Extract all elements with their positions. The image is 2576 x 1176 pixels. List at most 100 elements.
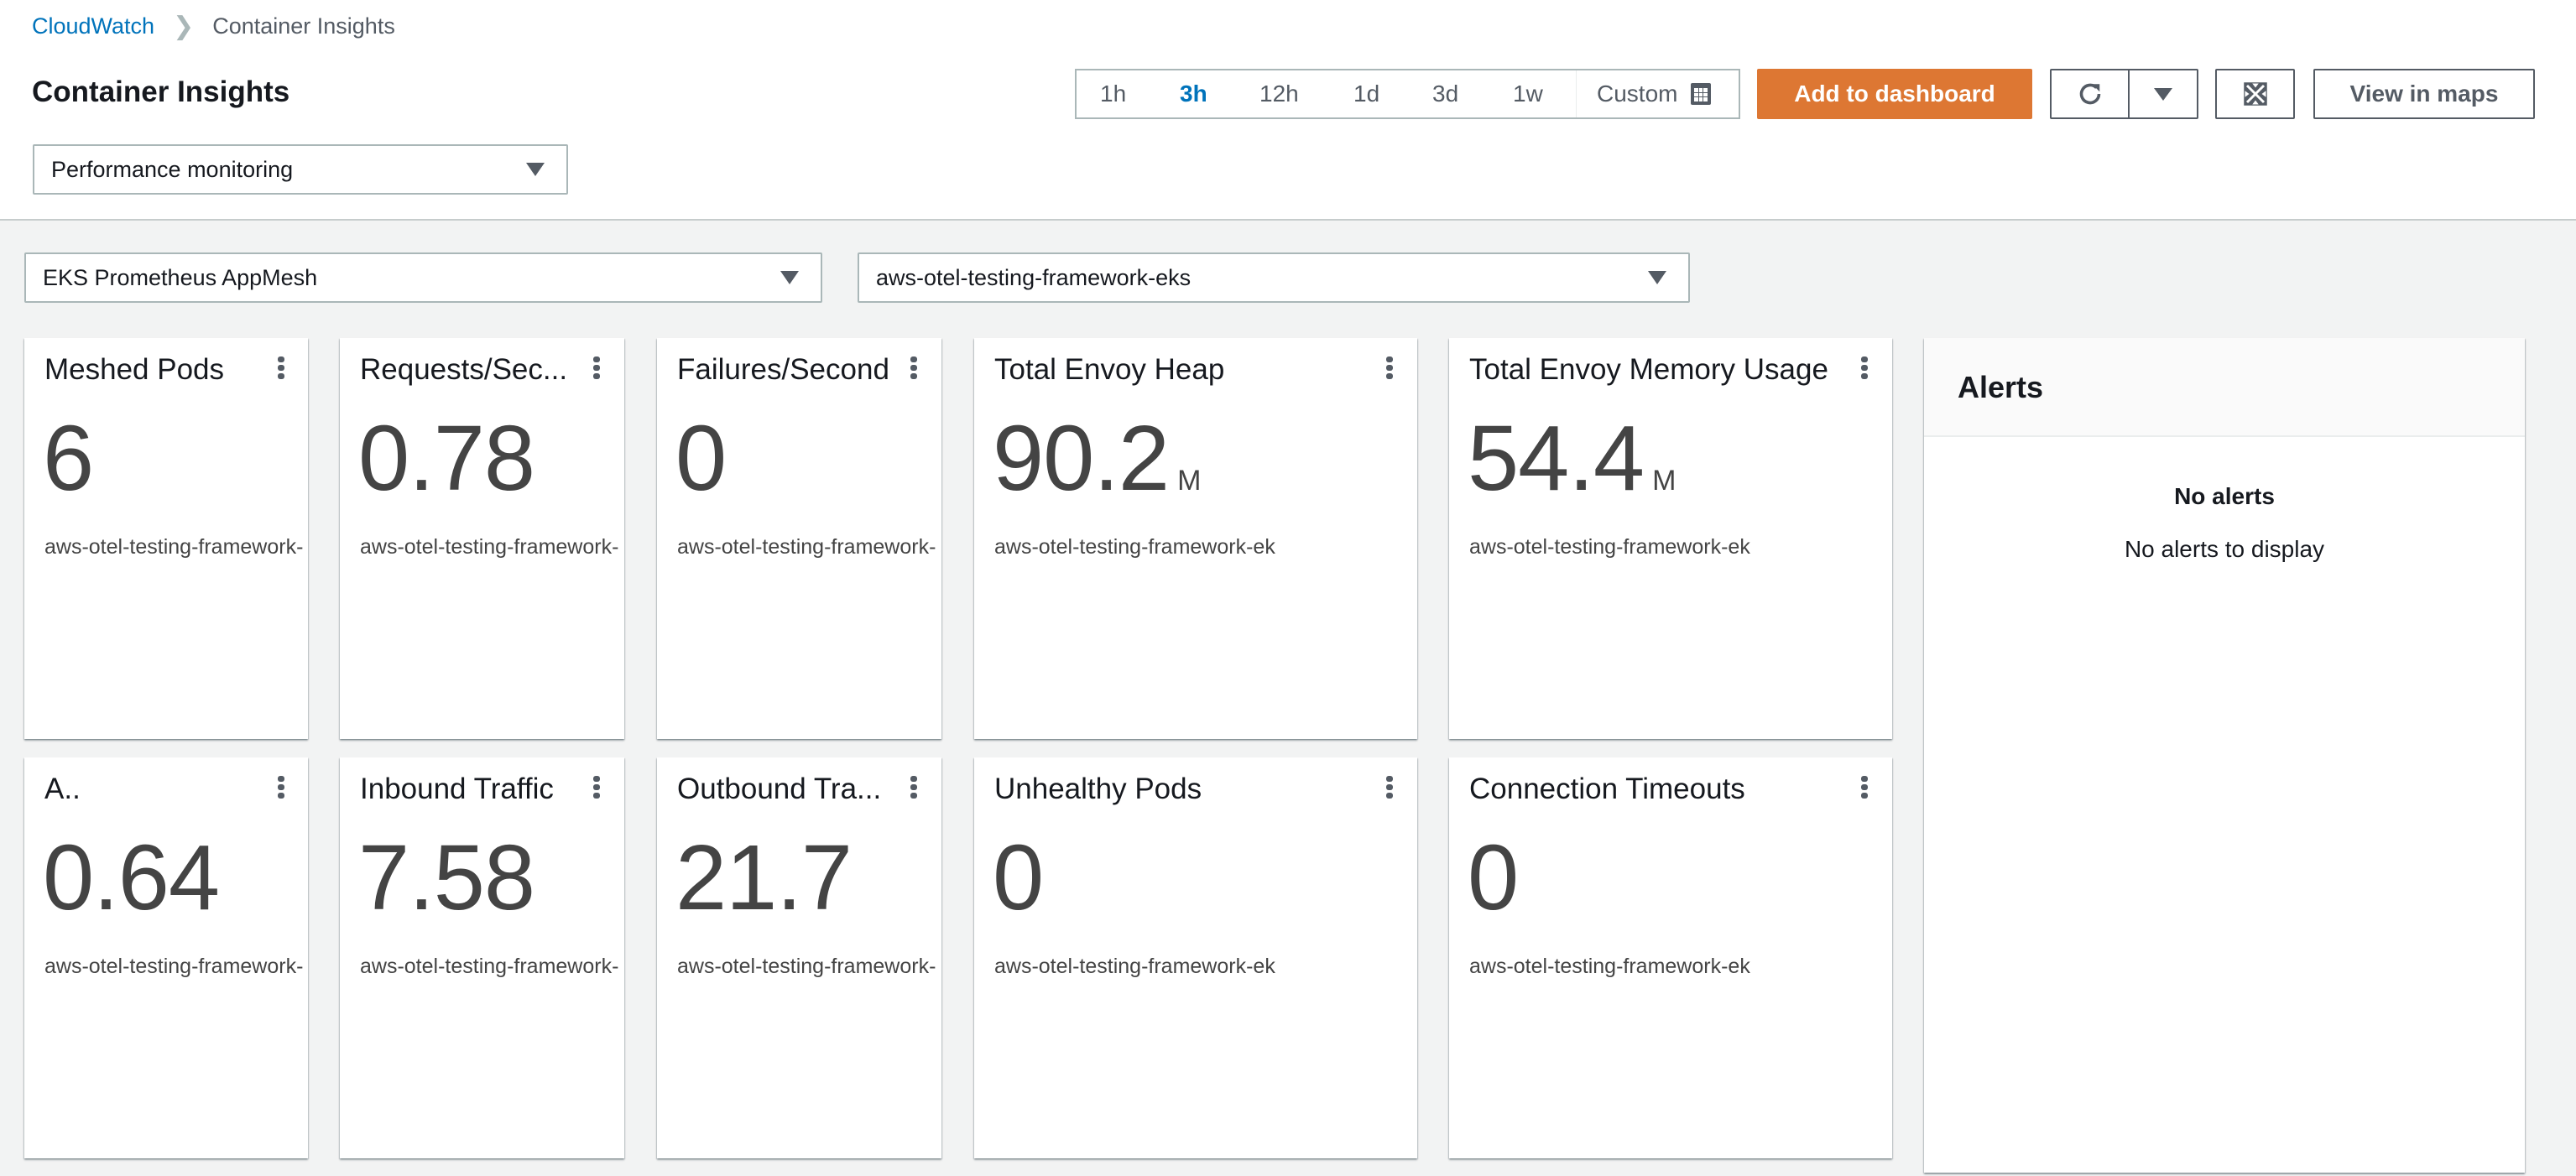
cluster-value: aws-otel-testing-framework-eks — [876, 264, 1192, 290]
value-number: 0 — [1468, 826, 1519, 929]
alerts-panel: Alerts No alerts No alerts to display — [1924, 338, 2525, 1173]
caret-down-icon — [526, 163, 545, 176]
time-option-1w[interactable]: 1w — [1513, 81, 1543, 107]
more-options-icon[interactable] — [1386, 356, 1393, 380]
alerts-empty-text: No alerts to display — [2124, 536, 2325, 562]
more-options-icon[interactable] — [1861, 776, 1868, 799]
refresh-button[interactable] — [2050, 69, 2130, 119]
time-option-1h[interactable]: 1h — [1100, 81, 1126, 107]
time-option-3d[interactable]: 3d — [1432, 81, 1458, 107]
widget-title: A.. — [44, 773, 81, 805]
widget-subtitle: aws-otel-testing-framework- — [677, 535, 936, 559]
value-unit: M — [1652, 465, 1676, 497]
widget-requests-per-second: Requests/Sec... 0.78 aws-otel-testing-fr… — [340, 338, 624, 739]
value-number: 6 — [43, 407, 94, 510]
page-header: CloudWatch ❯ Container Insights Containe… — [0, 0, 2576, 221]
fullscreen-icon — [2243, 82, 2267, 106]
widget-subtitle: aws-otel-testing-framework-ek — [994, 535, 1275, 559]
caret-down-icon — [1648, 271, 1666, 284]
cluster-select[interactable]: aws-otel-testing-framework-eks — [858, 252, 1690, 303]
view-select-value: Performance monitoring — [51, 156, 294, 182]
widget-title: Connection Timeouts — [1469, 773, 1745, 805]
widget-total-envoy-heap: Total Envoy Heap 90.2 M aws-otel-testing-… — [974, 338, 1417, 739]
resource-type-select[interactable]: EKS Prometheus AppMesh — [24, 252, 822, 303]
more-options-icon[interactable] — [910, 776, 917, 799]
widget-subtitle: aws-otel-testing-framework-ek — [1469, 955, 1750, 978]
time-option-12h[interactable]: 12h — [1259, 81, 1299, 107]
value-number: 90.2 — [993, 407, 1170, 510]
widget-subtitle: aws-otel-testing-framework- — [44, 955, 304, 978]
breadcrumb-cloudwatch-link[interactable]: CloudWatch — [32, 13, 154, 39]
fullscreen-button[interactable] — [2215, 69, 2295, 119]
widget-unhealthy-pods: Unhealthy Pods 0 aws-otel-testing-framew… — [974, 757, 1417, 1158]
resource-type-value: EKS Prometheus AppMesh — [43, 264, 318, 290]
widget-inbound-traffic: Inbound Traffic 7.58 aws-otel-testing-fr… — [340, 757, 624, 1158]
widget-value: 54.4 M — [1468, 405, 1676, 512]
widget-value: 6 — [43, 405, 102, 512]
widget-outbound-traffic: Outbound Tra... 21.7 aws-otel-testing-fr… — [657, 757, 941, 1158]
widget-title: Failures/Second — [677, 353, 889, 386]
value-number: 0.64 — [43, 826, 220, 929]
widget-failures-per-second: Failures/Second 0 aws-otel-testing-frame… — [657, 338, 941, 739]
caret-down-icon — [780, 271, 799, 284]
widget-value: 7.58 — [358, 825, 543, 931]
widget-title: Unhealthy Pods — [994, 773, 1202, 805]
time-option-3h[interactable]: 3h — [1180, 81, 1207, 107]
widget-meshed-pods: Meshed Pods 6 aws-otel-testing-framework… — [24, 338, 308, 739]
value-unit: M — [1177, 465, 1202, 497]
caret-down-icon — [2154, 87, 2172, 101]
page-title: Container Insights — [32, 75, 290, 108]
more-options-icon[interactable] — [278, 356, 284, 380]
value-number: 0 — [993, 826, 1044, 929]
value-number: 7.58 — [358, 826, 535, 929]
widget-value: 0.64 — [43, 825, 227, 931]
widget-subtitle: aws-otel-testing-framework- — [677, 955, 936, 978]
custom-label: Custom — [1597, 81, 1678, 107]
value-number: 21.7 — [675, 826, 853, 929]
value-number: 54.4 — [1468, 407, 1645, 510]
refresh-icon — [2079, 83, 2100, 105]
widget-value: 0.78 — [358, 405, 543, 512]
widget-subtitle: aws-otel-testing-framework-ek — [994, 955, 1275, 978]
widget-subtitle: aws-otel-testing-framework- — [360, 535, 619, 559]
time-option-1d[interactable]: 1d — [1353, 81, 1379, 107]
widget-title: Total Envoy Memory Usage — [1469, 353, 1828, 386]
widget-title: Meshed Pods — [44, 353, 225, 386]
time-option-custom[interactable]: Custom — [1576, 70, 1712, 117]
value-number: 0.78 — [358, 407, 535, 510]
calendar-icon — [1691, 83, 1712, 105]
widget-title: Inbound Traffic — [360, 773, 554, 805]
widget-value: 21.7 — [675, 825, 860, 931]
alerts-empty-title: No alerts — [2174, 483, 2275, 509]
alerts-header: Alerts — [1924, 338, 2525, 437]
widget-total-envoy-memory-usage: Total Envoy Memory Usage 54.4 M aws-otel-… — [1449, 338, 1892, 739]
widget-value: 0 — [1468, 825, 1526, 931]
more-options-icon[interactable] — [593, 776, 600, 799]
view-in-maps-button[interactable]: View in maps — [2313, 69, 2535, 119]
widget-subtitle: aws-otel-testing-framework- — [360, 955, 619, 978]
time-range-selector: 1h 3h 12h 1d 3d 1w Custom — [1075, 69, 1740, 119]
more-options-icon[interactable] — [1861, 356, 1868, 380]
widget-title: Outbound Tra... — [677, 773, 882, 805]
more-options-icon[interactable] — [278, 776, 284, 799]
add-to-dashboard-button[interactable]: Add to dashboard — [1757, 69, 2032, 119]
more-options-icon[interactable] — [1386, 776, 1393, 799]
widget-value: 90.2 M — [993, 405, 1201, 512]
value-number: 0 — [675, 407, 727, 510]
widget-a: A.. 0.64 aws-otel-testing-framework- — [24, 757, 308, 1158]
widget-title: Requests/Sec... — [360, 353, 568, 386]
more-options-icon[interactable] — [593, 356, 600, 380]
breadcrumb-current: Container Insights — [212, 13, 395, 39]
widget-subtitle: aws-otel-testing-framework-ek — [1469, 535, 1750, 559]
alerts-title: Alerts — [1958, 370, 2044, 404]
view-select[interactable]: Performance monitoring — [33, 144, 568, 195]
chevron-right-icon: ❯ — [173, 13, 195, 40]
widget-title: Total Envoy Heap — [994, 353, 1225, 386]
widget-subtitle: aws-otel-testing-framework- — [44, 535, 304, 559]
widget-value: 0 — [675, 405, 734, 512]
refresh-options-button[interactable] — [2128, 69, 2198, 119]
more-options-icon[interactable] — [910, 356, 917, 380]
widget-value: 0 — [993, 825, 1051, 931]
breadcrumb: CloudWatch ❯ Container Insights — [32, 12, 395, 41]
widget-connection-timeouts: Connection Timeouts 0 aws-otel-testing-f… — [1449, 757, 1892, 1158]
